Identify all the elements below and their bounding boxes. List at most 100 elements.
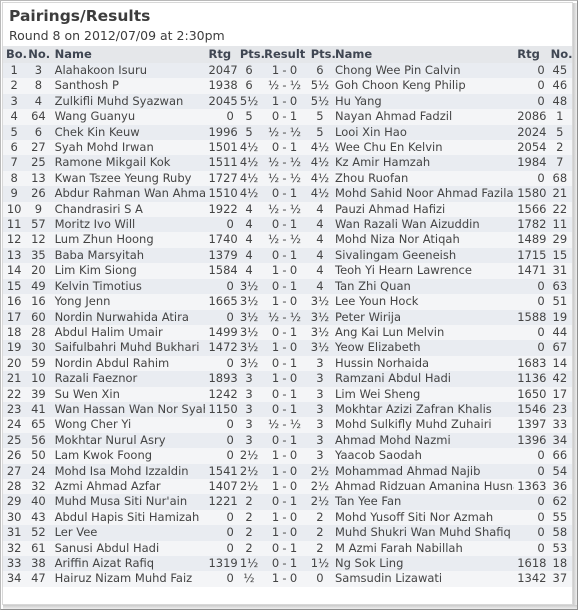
name-black-cell[interactable]: Hu Yang <box>332 93 515 110</box>
name-white-cell[interactable]: Kwan Tszee Yeung Ruby <box>51 170 206 187</box>
name-white-cell[interactable]: Syah Mohd Irwan <box>51 140 206 156</box>
name-black-cell[interactable]: Sivalingam Geeneish <box>332 247 515 264</box>
name-black-cell[interactable]: Looi Xin Hao <box>332 124 515 141</box>
name-black-cell[interactable]: Ng Sok Ling <box>332 556 515 572</box>
table-row[interactable]: 14 20 Lim Kim Siong 1584 4 1 - 0 4 Teoh Yi Hear… <box>3 263 572 279</box>
table-row[interactable]: 7 25 Ramone Mikgail Kok 1511 4½ ½ - ½ 4½ Kz Ami… <box>3 155 572 171</box>
name-black-cell[interactable]: Yeow Elizabeth <box>332 340 515 356</box>
name-white-cell[interactable]: Ariffin Aizat Rafiq <box>51 556 206 572</box>
table-row[interactable]: 34 47 Hairuz Nizam Muhd Faiz 0 ½ 1 - 0 0 Samsud… <box>3 571 572 587</box>
name-black-cell[interactable]: Mohd Yusoff Siti Nor Azmah <box>332 509 515 526</box>
name-black-cell[interactable]: Zhou Ruofan <box>332 170 515 187</box>
table-row[interactable]: 926Abdur Rahman Wan Ahmad Farid15104½0 -… <box>3 186 572 202</box>
column-header-rating-black[interactable]: Rtg <box>514 46 548 63</box>
name-white-cell[interactable]: Lim Kim Siong <box>51 263 206 279</box>
table-row[interactable]: 26 50 Lam Kwok Foong 0 2½ 1 - 0 3 Yaacob Saodah… <box>3 448 572 464</box>
name-white-cell[interactable]: Razali Faeznor <box>51 371 206 387</box>
table-row[interactable]: 17 60 Nordin Nurwahida Atira 0 3½ ½ - ½ 3½ Pete… <box>3 309 572 325</box>
name-white-cell[interactable]: Lum Zhun Hoong <box>51 232 206 248</box>
column-header-points-black[interactable]: Pts. <box>307 46 336 63</box>
table-row[interactable]: 31 52 Ler Vee 0 2 1 - 0 2 Muhd Shukri Wan Muhd … <box>3 525 572 541</box>
name-white-cell[interactable]: Chek Kin Keuw <box>51 124 206 141</box>
column-header-number-white[interactable]: No. <box>25 46 52 63</box>
name-white-cell[interactable]: Muhd Musa Siti Nur'ain <box>51 494 206 510</box>
name-white-cell[interactable]: Hairuz Nizam Muhd Faiz <box>51 571 206 587</box>
table-row[interactable]: 2 8 Santhosh P 1938 6 ½ - ½ 5½ Goh Choon Keng P… <box>3 78 572 94</box>
name-black-cell[interactable]: Mohd Sahid Noor Ahmad Fazilah <box>332 186 515 202</box>
name-black-cell[interactable]: Samsudin Lizawati <box>332 571 515 587</box>
table-row[interactable]: 13 35 Baba Marsyitah 1379 4 0 - 1 4 Sivalingam … <box>3 247 572 264</box>
name-black-cell[interactable]: Wan Razali Wan Aizuddin <box>332 217 515 233</box>
name-black-cell[interactable]: Nayan Ahmad Fadzil <box>332 109 515 125</box>
name-black-cell[interactable]: Kz Amir Hamzah <box>332 155 515 171</box>
name-black-cell[interactable]: Muhd Shukri Wan Muhd Shafiq <box>332 525 515 541</box>
column-header-number-black[interactable]: No. <box>547 46 572 63</box>
name-black-cell[interactable]: Chong Wee Pin Calvin <box>332 63 515 79</box>
column-header-name-white[interactable]: Name <box>51 46 206 63</box>
table-row[interactable]: 20 59 Nordin Abdul Rahim 0 3½ 0 - 1 3 Hussin No… <box>3 355 572 372</box>
name-white-cell[interactable]: Yong Jenn <box>51 294 206 310</box>
column-header-points-white[interactable]: Pts. <box>236 46 265 63</box>
name-white-cell[interactable]: Ramone Mikgail Kok <box>51 155 206 171</box>
name-white-cell[interactable]: Saifulbahri Muhd Bukhari <box>51 340 206 356</box>
name-black-cell[interactable]: Ang Kai Lun Melvin <box>332 324 515 341</box>
name-white-cell[interactable]: Chandrasiri S A <box>51 201 206 218</box>
name-white-cell[interactable]: Abdul Halim Umair <box>51 324 206 341</box>
column-header-rating-white[interactable]: Rtg <box>205 46 237 63</box>
name-white-cell[interactable]: Sanusi Abdul Hadi <box>51 540 206 556</box>
name-white-cell[interactable]: Wang Guanyu <box>51 109 206 125</box>
name-black-cell[interactable]: Mohammad Ahmad Najib <box>332 463 515 479</box>
table-row[interactable]: 24 65 Wong Cher Yi 0 3 ½ - ½ 3 Mohd Sulkifly Mu… <box>3 417 572 433</box>
column-header-name-black[interactable]: Name <box>332 46 515 63</box>
name-white-cell[interactable]: Kelvin Timotius <box>51 278 206 295</box>
name-white-cell[interactable]: Abdur Rahman Wan Ahmad Farid <box>51 186 206 202</box>
table-row[interactable]: 1 3 Alahakoon Isuru 2047 6 1 - 0 6 Chong Wee Pi… <box>3 63 572 79</box>
name-white-cell[interactable]: Alahakoon Isuru <box>51 63 206 79</box>
name-white-cell[interactable]: Nordin Nurwahida Atira <box>51 309 206 325</box>
table-row[interactable]: 28 32 Azmi Ahmad Azfar 1407 2½ 1 - 0 2½ Ahmad R… <box>3 478 572 495</box>
name-black-cell[interactable]: Tan Zhi Quan <box>332 278 515 295</box>
name-white-cell[interactable]: Abdul Hapis Siti Hamizah <box>51 509 206 526</box>
table-row[interactable]: 11 57 Moritz Ivo Will 0 4 0 - 1 4 Wan Razali Wa… <box>3 217 572 233</box>
table-row[interactable]: 21 10 Razali Faeznor 1893 3 1 - 0 3 Ramzani Abd… <box>3 371 572 387</box>
name-white-cell[interactable]: Azmi Ahmad Azfar <box>51 478 206 495</box>
table-row[interactable]: 18 28 Abdul Halim Umair 1499 3½ 0 - 1 3½ Ang Ka… <box>3 324 572 341</box>
name-white-cell[interactable]: Mohd Isa Mohd Izzaldin <box>51 463 206 479</box>
name-white-cell[interactable]: Baba Marsyitah <box>51 247 206 264</box>
table-row[interactable]: 10 9 Chandrasiri S A 1922 4 ½ - ½ 4 Pauzi Ahmad… <box>3 201 572 218</box>
table-row[interactable]: 19 30 Saifulbahri Muhd Bukhari 1472 3½ 1 - 03… <box>3 340 572 356</box>
name-black-cell[interactable]: M Azmi Farah Nabillah <box>332 540 515 556</box>
table-row[interactable]: 25 56 Mokhtar Nurul Asry 0 3 0 - 1 3 Ahmad Mohd… <box>3 432 572 449</box>
name-black-cell[interactable]: Mokhtar Azizi Zafran Khalis <box>332 401 515 418</box>
name-black-cell[interactable]: Lee Youn Hock <box>332 294 515 310</box>
table-row[interactable]: 3 4 Zulkifli Muhd Syazwan 2045 5½ 1 - 0 5½ Hu Y… <box>3 93 572 110</box>
name-black-cell[interactable]: Pauzi Ahmad Hafizi <box>332 201 515 218</box>
table-row[interactable]: 5 6 Chek Kin Keuw 1996 5 ½ - ½ 5 Looi Xin Hao 20… <box>3 124 572 141</box>
table-row[interactable]: 27 24 Mohd Isa Mohd Izzaldin 1541 2½ 1 - 0 2½ M… <box>3 463 572 479</box>
name-black-cell[interactable]: Wee Chu En Kelvin <box>332 140 515 156</box>
name-white-cell[interactable]: Nordin Abdul Rahim <box>51 355 206 372</box>
column-header-board[interactable]: Bo. <box>3 46 27 63</box>
name-white-cell[interactable]: Wong Cher Yi <box>51 417 206 433</box>
name-white-cell[interactable]: Su Wen Xin <box>51 386 206 402</box>
name-black-cell[interactable]: Mohd Niza Nor Atiqah <box>332 232 515 248</box>
name-white-cell[interactable]: Ler Vee <box>51 525 206 541</box>
table-row[interactable]: 29 40 Muhd Musa Siti Nur'ain 1221 2 0 - 1 2½ Ta… <box>3 494 572 510</box>
table-row[interactable]: 8 13 Kwan Tszee Yeung Ruby 1727 4½ ½ - ½ 4½ Zho… <box>3 170 572 187</box>
name-white-cell[interactable]: Mokhtar Nurul Asry <box>51 432 206 449</box>
name-black-cell[interactable]: Ahmad Ridzuan Amanina Husna <box>332 478 515 495</box>
column-header-result[interactable]: Result <box>261 46 308 63</box>
name-white-cell[interactable]: Moritz Ivo Will <box>51 217 206 233</box>
table-row[interactable]: 2341Wan Hassan Wan Nor Syahirah115030 - … <box>3 401 572 418</box>
table-row[interactable]: 4 64 Wang Guanyu 0 5 0 - 1 5 Nayan Ahmad Fadzil… <box>3 109 572 125</box>
name-black-cell[interactable]: Mohd Sulkifly Muhd Zuhairi <box>332 417 515 433</box>
table-row[interactable]: 30 43 Abdul Hapis Siti Hamizah 0 2 1 - 0 2 Mohd… <box>3 509 572 526</box>
table-row[interactable]: 33 38 Ariffin Aizat Rafiq 1319 1½ 0 - 1 1½ Ng S… <box>3 556 572 572</box>
name-black-cell[interactable]: Lim Wei Sheng <box>332 386 515 402</box>
name-black-cell[interactable]: Ahmad Mohd Nazmi <box>332 432 515 449</box>
name-black-cell[interactable]: Hussin Norhaida <box>332 355 515 372</box>
name-white-cell[interactable]: Lam Kwok Foong <box>51 448 206 464</box>
table-row[interactable]: 15 49 Kelvin Timotius 0 3½ 0 - 1 4 Tan Zhi Quan… <box>3 278 572 295</box>
name-black-cell[interactable]: Goh Choon Keng Philip <box>332 78 515 94</box>
table-row[interactable]: 16 16 Yong Jenn 1665 3½ 1 - 0 3½ Lee Youn Hock 0… <box>3 294 572 310</box>
